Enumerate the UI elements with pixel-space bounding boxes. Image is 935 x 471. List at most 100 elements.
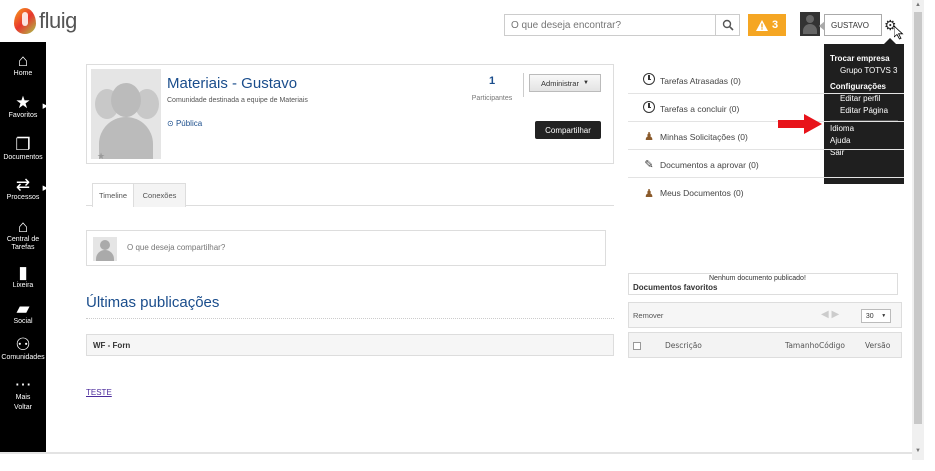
trash-icon: ▮ [18, 263, 28, 282]
sidebar-item-label: Processos [6, 194, 40, 201]
scroll-up-icon[interactable]: ▲ [915, 2, 921, 8]
pagination-arrows[interactable]: ◀ ▶ [821, 309, 839, 320]
visibility-link[interactable]: ⊙ Pública [167, 119, 202, 128]
page-size-select[interactable]: 30 ▼ [861, 309, 891, 323]
favorite-star-icon[interactable]: ★ [97, 151, 105, 159]
compartilhar-button[interactable]: Compartilhar [535, 121, 601, 139]
sidebar-item-voltar[interactable]: Voltar [0, 404, 46, 411]
page: fluig 3 GUSTAVO ⚙ Trocar empresa Grupo T… [0, 0, 935, 471]
fluig-logo-mark [14, 8, 36, 34]
tab-conexoes[interactable]: Conexões [134, 183, 186, 207]
home-icon: ⌂ [17, 51, 29, 70]
sidebar-item-label: Comunidades [1, 354, 45, 361]
sidebar-item-social[interactable]: ▰ Social [0, 299, 46, 326]
column-header-versao[interactable]: Versão [865, 341, 890, 350]
search-icon [722, 19, 734, 31]
sidebar-item-label: Social [13, 318, 33, 325]
documents-table-header: Descrição Tamanho Código Versão [628, 332, 902, 358]
chevron-right-icon: ▶ [42, 103, 48, 110]
globe-icon: ⊙ [167, 119, 174, 128]
search-box [504, 14, 740, 36]
caret-down-icon: ▼ [582, 80, 589, 86]
favorites-empty-message: Nenhum documento publicado! [709, 275, 806, 282]
share-placeholder: O que deseja compartilhar? [127, 243, 226, 252]
sidebar-item-central-de-tarefas[interactable]: ⌂ Central de Tarefas [0, 218, 46, 252]
caret-down-icon: ▼ [881, 313, 887, 319]
administrar-button[interactable]: Administrar ▼ [529, 74, 601, 92]
share-box[interactable]: O que deseja compartilhar? [86, 230, 606, 266]
avatar-silhouette [111, 83, 141, 117]
task-item-a-concluir[interactable]: Tarefas a concluir (0) [628, 96, 904, 122]
administrar-label: Administrar [541, 78, 579, 88]
tab-timeline[interactable]: Timeline [92, 183, 134, 207]
sidebar-item-label: Documentos [3, 154, 43, 161]
task-label: Meus Documentos (0) [660, 188, 744, 198]
avatar-silhouette [99, 117, 153, 159]
tasks-icon: ⌂ [17, 217, 29, 236]
sidebar-item-home[interactable]: ⌂ Home [0, 51, 46, 78]
alerts-count: 3 [771, 19, 779, 31]
favorite-documents-panel: Nenhum documento publicado! Documentos f… [628, 273, 898, 295]
documents-icon: ❐ [15, 135, 31, 154]
teste-link[interactable]: TESTE [86, 388, 112, 397]
community-header-card: ★ Materiais - Gustavo Comunidade destina… [86, 64, 614, 164]
participants-count: 1 [488, 75, 496, 87]
clock-icon [638, 101, 660, 116]
clock-icon [638, 73, 660, 88]
sidebar-item-comunidades[interactable]: ⚇ Comunidades [0, 335, 46, 362]
task-item-solicitacoes[interactable]: ♟ Minhas Solicitações (0) [628, 124, 904, 150]
menu-trocar-empresa: Trocar empresa [830, 54, 890, 63]
document-check-icon: ✎ [644, 159, 654, 171]
star-icon: ★ [15, 93, 31, 112]
scroll-down-icon[interactable]: ▼ [915, 448, 921, 454]
sidebar-item-label: Voltar [14, 404, 32, 411]
community-description: Comunidade destinada a equipe de Materia… [167, 97, 308, 104]
task-item-atrasadas[interactable]: Tarefas Atrasadas (0) [628, 68, 904, 94]
remove-button[interactable]: Remover [633, 311, 663, 320]
alerts-button[interactable]: 3 [748, 14, 786, 36]
scrollbar-thumb[interactable] [914, 12, 922, 424]
latest-publications-title: Últimas publicações [86, 294, 220, 311]
favorites-title: Documentos favoritos [633, 283, 718, 292]
sidebar-item-lixeira[interactable]: ▮ Lixeira [0, 263, 46, 290]
sidebar-item-mais[interactable]: ⋯ Mais [0, 375, 46, 402]
community-avatar[interactable]: ★ [91, 69, 161, 159]
sidebar: ⌂ Home ★ Favoritos ▶ ❐ Documentos ⇄ Proc… [0, 42, 48, 452]
participants-label: Participantes [471, 95, 513, 102]
task-label: Minhas Solicitações (0) [660, 131, 748, 142]
search-button[interactable] [715, 15, 739, 35]
sidebar-item-favoritos[interactable]: ★ Favoritos ▶ [0, 93, 48, 120]
chevron-right-icon: ▶ [42, 185, 48, 192]
communities-icon: ⚇ [15, 335, 31, 354]
sidebar-item-processos[interactable]: ⇄ Processos ▶ [0, 176, 48, 202]
person-icon: ♟ [644, 187, 654, 200]
column-header-descricao[interactable]: Descrição [665, 341, 702, 350]
divider [523, 73, 524, 97]
more-icon: ⋯ [14, 375, 32, 394]
tabs-bar: Timeline Conexões [86, 178, 614, 207]
sidebar-item-label: Home [13, 70, 33, 77]
sidebar-item-documentos[interactable]: ❐ Documentos [0, 135, 46, 162]
task-item-documentos-aprovar[interactable]: ✎ Documentos a aprovar (0) [628, 152, 904, 178]
search-input[interactable] [505, 15, 715, 35]
user-name-button[interactable]: GUSTAVO [819, 14, 882, 36]
page-size-value: 30 [865, 312, 874, 320]
participants-counter[interactable]: 1 Participantes [467, 75, 517, 105]
task-item-meus-documentos[interactable]: ♟ Meus Documentos (0) [628, 180, 904, 206]
user-avatar[interactable] [800, 12, 820, 36]
column-header-tamanho[interactable]: Tamanho [785, 341, 819, 350]
select-all-checkbox[interactable] [633, 342, 641, 350]
community-title: Materiais - Gustavo [167, 75, 298, 92]
social-icon: ▰ [16, 299, 30, 318]
warning-icon [755, 19, 768, 31]
documents-table-toolbar: Remover ◀ ▶ 30 ▼ [628, 302, 902, 328]
vertical-scrollbar[interactable]: ▲ ▼ [912, 0, 924, 460]
sidebar-item-label: Favoritos [8, 112, 38, 119]
column-header-codigo[interactable]: Código [819, 341, 845, 350]
sidebar-item-label: Lixeira [12, 282, 34, 289]
person-icon: ♟ [644, 131, 654, 143]
publication-row[interactable]: WF - Forn [86, 334, 614, 356]
top-bar: fluig 3 GUSTAVO ⚙ [0, 0, 912, 42]
fluig-logo[interactable]: fluig [14, 6, 77, 36]
task-label: Tarefas Atrasadas (0) [660, 75, 741, 86]
